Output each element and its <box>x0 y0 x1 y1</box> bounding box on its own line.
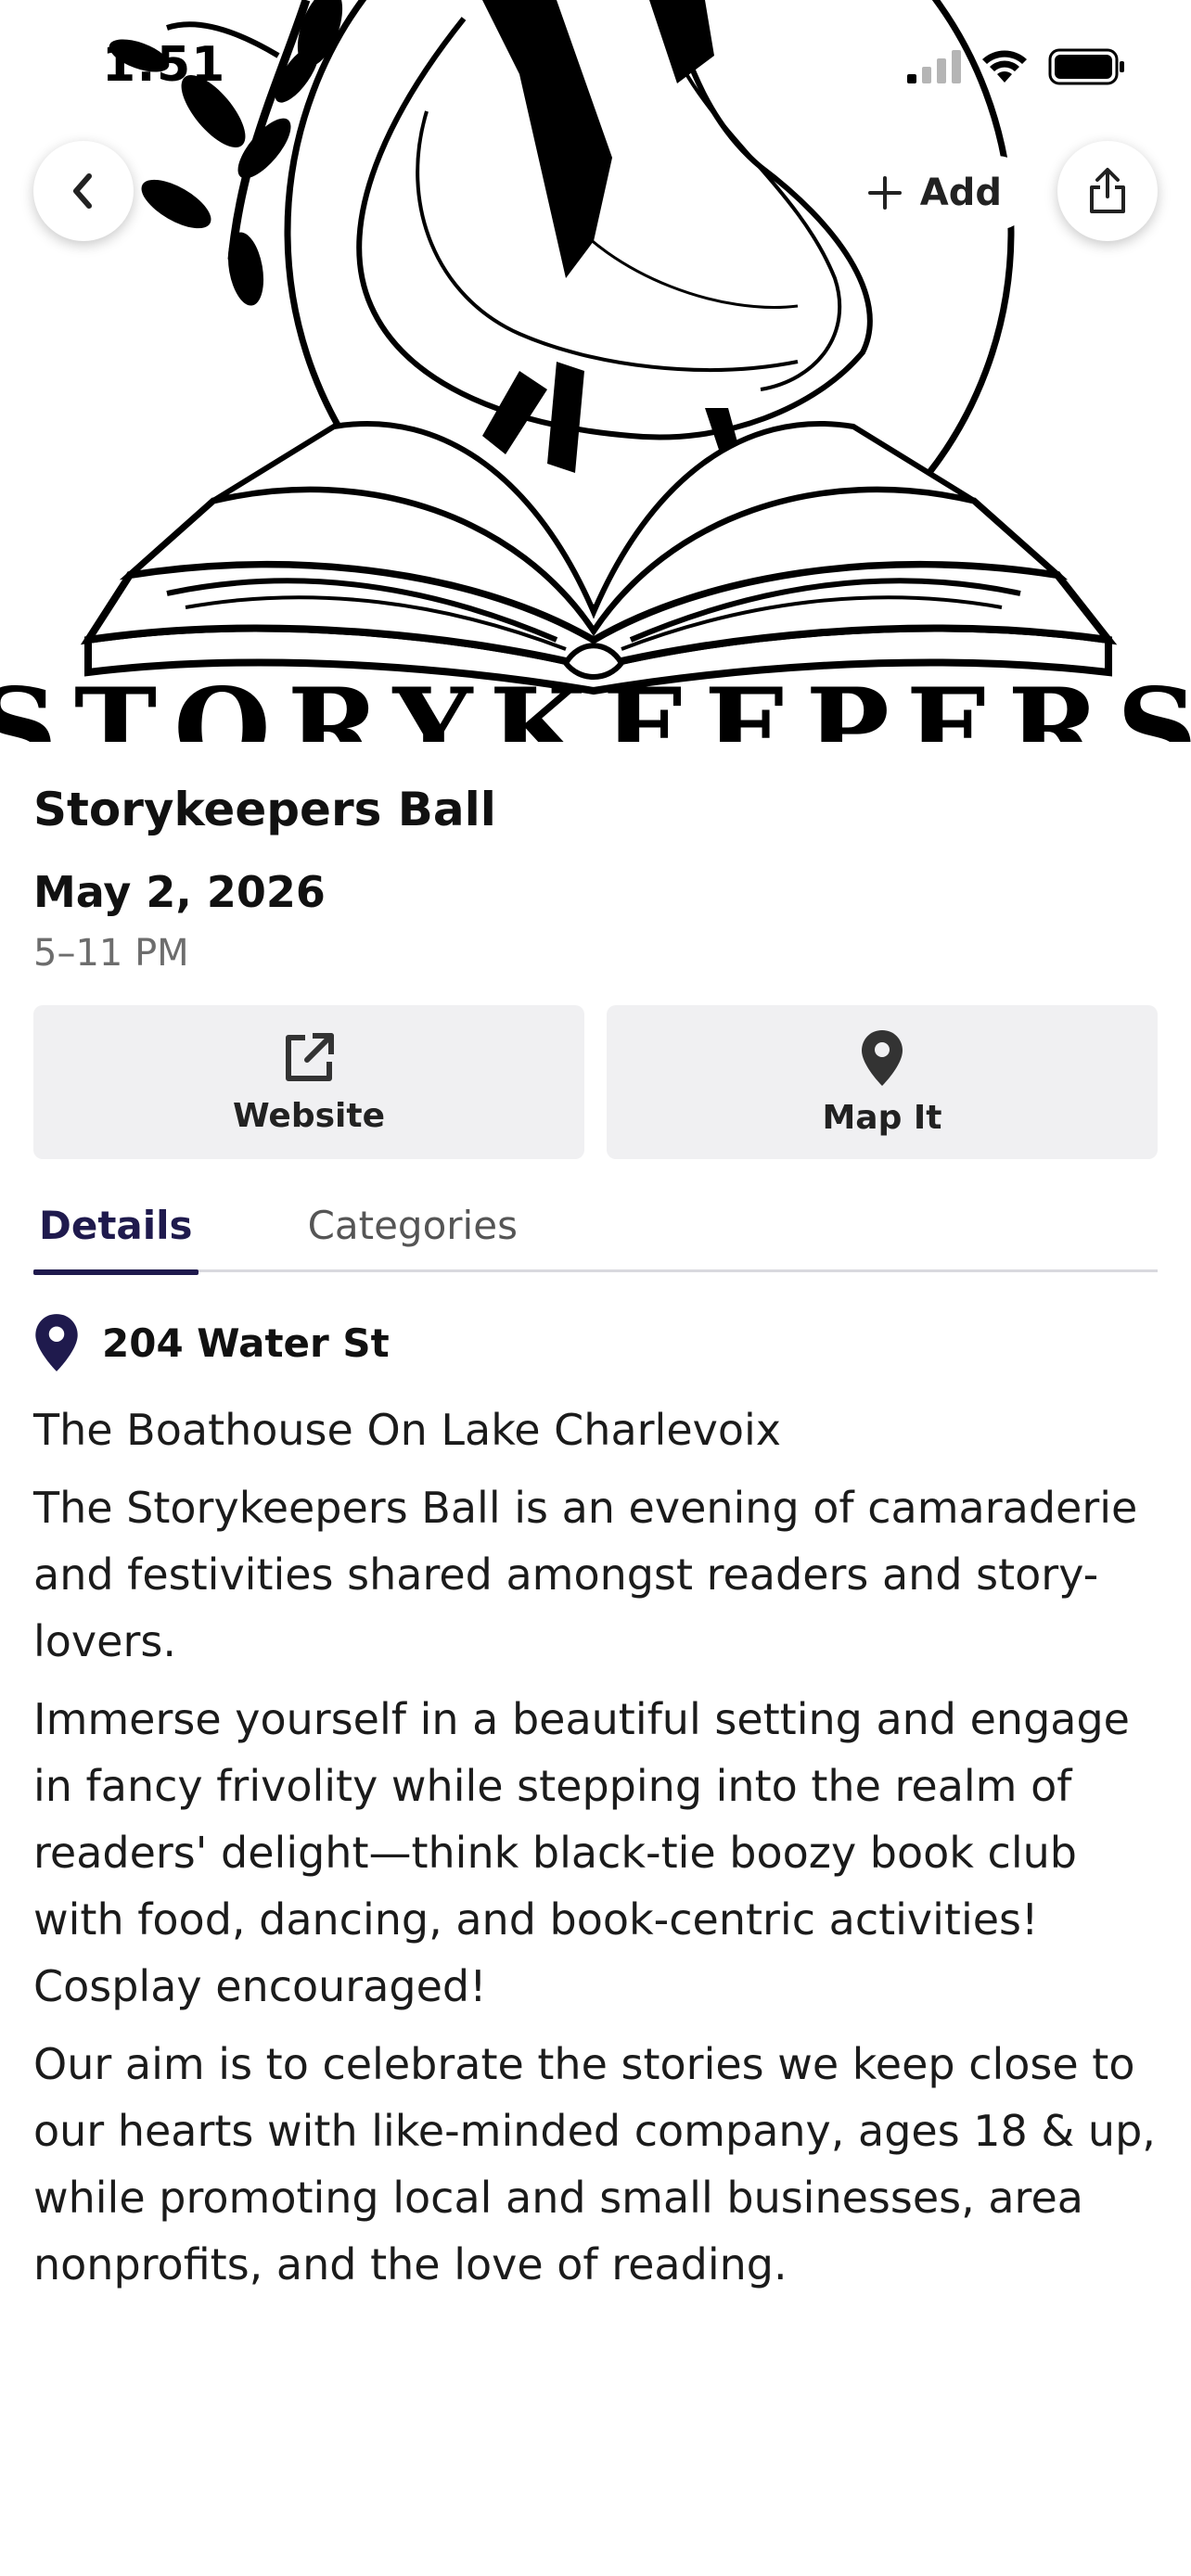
website-button-label: Website <box>232 1096 385 1135</box>
status-icons <box>907 46 1126 87</box>
add-to-trip-button[interactable]: Add <box>834 156 1033 230</box>
address-row[interactable]: 204 Water St <box>33 1307 1158 1378</box>
map-pin-icon <box>862 1029 903 1086</box>
chevron-left-icon <box>73 173 92 209</box>
status-bar: 1:51 <box>0 0 1191 130</box>
plus-icon <box>867 176 902 210</box>
map-it-button[interactable]: Map It <box>607 1005 1158 1159</box>
location-pin-icon <box>35 1314 78 1371</box>
cellular-signal-icon <box>907 50 961 83</box>
back-button[interactable] <box>33 141 134 241</box>
tab-details[interactable]: Details <box>33 1187 198 1275</box>
event-details-content: Storykeepers Ball May 2, 2026 5–11 PM We… <box>33 770 1158 2298</box>
description-paragraph: Immerse yourself in a beautiful setting … <box>33 1694 1130 2011</box>
tab-categories[interactable]: Categories <box>302 1187 523 1269</box>
status-time: 1:51 <box>102 37 226 93</box>
event-date: May 2, 2026 <box>33 867 326 917</box>
external-link-icon <box>286 1032 334 1081</box>
event-time: 5–11 PM <box>33 932 189 975</box>
add-button-label: Add <box>919 172 1002 214</box>
action-buttons-row: Website Map It <box>33 1005 1158 1159</box>
event-title: Storykeepers Ball <box>33 783 496 836</box>
share-icon <box>1090 168 1125 213</box>
wifi-icon <box>982 50 1027 83</box>
map-it-button-label: Map It <box>822 1098 942 1137</box>
website-button[interactable]: Website <box>33 1005 584 1159</box>
description-paragraph: Our aim is to celebrate the stories we k… <box>33 2039 1156 2289</box>
event-address: 204 Water St <box>102 1320 390 1366</box>
share-button[interactable] <box>1057 141 1158 241</box>
detail-tabs: Details Categories <box>33 1187 1158 1275</box>
battery-icon <box>1048 48 1124 85</box>
banner-lettering: STORYKEEPERS <box>0 664 1191 742</box>
description-paragraph: The Storykeepers Ball is an evening of c… <box>33 1483 1138 1666</box>
venue-name: The Boathouse On Lake Charlevoix <box>33 1405 781 1455</box>
